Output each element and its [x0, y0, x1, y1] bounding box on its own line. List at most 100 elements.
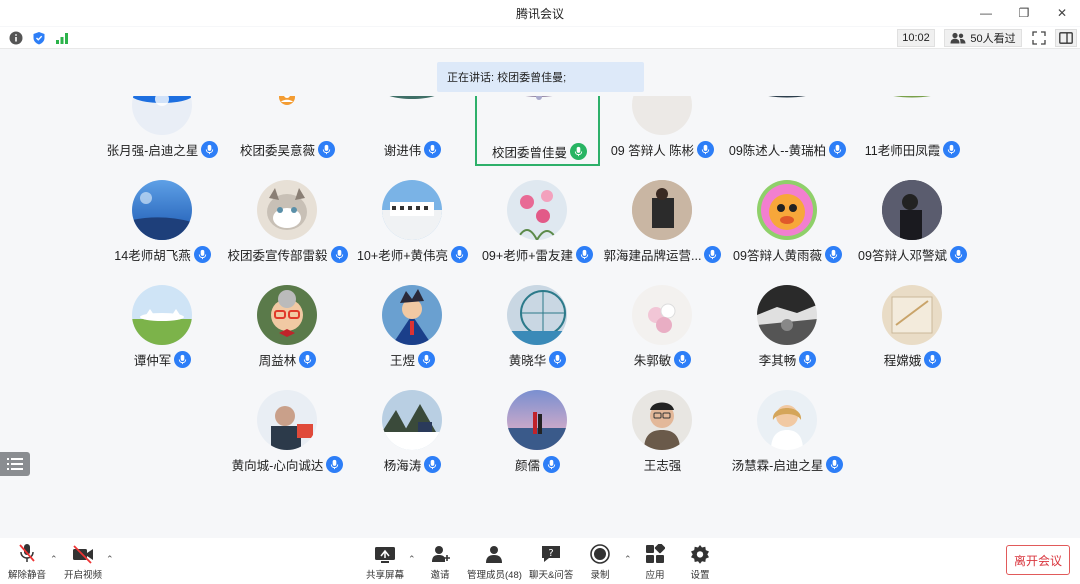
participant-name-row: 黄晓华: [475, 350, 600, 369]
participant-tile[interactable]: 11老师田凤霞: [850, 96, 975, 166]
avatar: [757, 180, 817, 240]
avatar: [882, 96, 942, 135]
share-screen-label: 共享屏幕: [366, 570, 405, 581]
sidebar-toggle-icon[interactable]: [1055, 29, 1077, 47]
add-user-icon: [432, 546, 450, 562]
minimize-icon[interactable]: —: [976, 3, 996, 23]
avatar: [257, 285, 317, 345]
title-bar: 腾讯会议 — ❐ ✕: [0, 0, 1080, 26]
participant-tile[interactable]: 09+老师+雷友建: [475, 166, 600, 271]
viewers-button[interactable]: 50人看过: [944, 29, 1022, 47]
participant-name: 黄晓华: [508, 354, 547, 368]
participant-name-row: 校团委吴意薇: [225, 140, 350, 159]
participant-tile[interactable]: 朱郭敏: [600, 271, 725, 376]
list-toggle-button[interactable]: [0, 452, 30, 476]
participant-name: 09 答辩人 陈彬: [610, 144, 695, 158]
meeting-timer: 10:02: [897, 29, 935, 47]
share-options-icon[interactable]: ⌃: [408, 554, 416, 565]
participant-tile[interactable]: 10+老师+黄伟亮: [350, 166, 475, 271]
participant-tile[interactable]: 14老师胡飞燕: [100, 166, 225, 271]
participant-tile[interactable]: 黄向城-心向诚达: [225, 376, 350, 481]
maximize-icon[interactable]: ❐: [1014, 3, 1034, 23]
mic-icon: [674, 351, 692, 368]
viewers-count: 50人看过: [970, 33, 1016, 45]
apps-button[interactable]: 应用: [645, 544, 665, 581]
avatar: [507, 285, 567, 345]
participant-tile[interactable]: 09陈述人--黄瑞柏: [725, 96, 850, 166]
participant-tile[interactable]: 颜儒: [475, 376, 600, 481]
participant-tile[interactable]: 周益林: [225, 271, 350, 376]
chat-qa-button[interactable]: ? 聊天&问答: [529, 544, 573, 581]
invite-button[interactable]: 邀请: [430, 544, 450, 581]
participant-tile[interactable]: 09 答辩人 陈彬: [600, 96, 725, 166]
record-options-icon[interactable]: ⌃: [624, 554, 632, 565]
invite-label: 邀请: [430, 570, 450, 581]
signal-icon[interactable]: [54, 30, 70, 46]
participant-name-row: 杨海涛: [350, 455, 475, 474]
participant-name-row: 周益林: [225, 350, 350, 369]
participant-name-row: 14老师胡飞燕: [100, 245, 225, 264]
mic-icon: [829, 141, 847, 158]
participant-name: 周益林: [258, 354, 297, 368]
participant-tile[interactable]: 张月强-启迪之星: [100, 96, 225, 166]
mic-icon: [704, 246, 722, 263]
participant-tile[interactable]: 李其畅: [725, 271, 850, 376]
video-options-icon[interactable]: ⌃: [106, 554, 114, 565]
participant-name: 王志强: [643, 459, 682, 473]
participant-tile[interactable]: 程嫦娥: [850, 271, 975, 376]
participant-tile[interactable]: 郭海建品牌运营...: [600, 166, 725, 271]
shield-icon[interactable]: [31, 30, 47, 46]
close-icon[interactable]: ✕: [1052, 3, 1072, 23]
leave-meeting-button[interactable]: 离开会议: [1006, 545, 1070, 575]
mic-icon: [418, 351, 435, 368]
participant-name-row: 谢进伟: [350, 140, 475, 159]
participant-tile[interactable]: 校团委曾佳曼: [475, 96, 600, 166]
avatar: [257, 96, 317, 135]
avatar: [757, 390, 817, 450]
avatar: [632, 285, 692, 345]
participant-name: 校团委吴意薇: [239, 144, 315, 158]
unmute-label: 解除静音: [8, 570, 47, 581]
participant-tile[interactable]: 谭仲军: [100, 271, 225, 376]
video-label: 开启视频: [64, 570, 103, 581]
fullscreen-icon[interactable]: [1029, 29, 1049, 47]
participant-grid: 张月强-启迪之星 校团委吴意薇 谢进伟 校团委曾佳曼 09 答辩人 陈彬 09陈述人--黄…: [100, 96, 980, 486]
participant-tile[interactable]: 谢进伟: [350, 96, 475, 166]
speaking-banner: 正在讲话: 校团委曾佳曼;: [437, 62, 644, 92]
participant-tile[interactable]: 汤慧霖-启迪之星: [725, 376, 850, 481]
participant-name-row: 09陈述人--黄瑞柏: [725, 140, 850, 159]
unmute-button[interactable]: 解除静音: [8, 544, 46, 581]
settings-button[interactable]: 设置: [690, 544, 710, 581]
participant-name-row: 汤慧霖-启迪之星: [725, 455, 850, 474]
participant-name: 张月强-启迪之星: [106, 144, 199, 158]
participant-name-row: 黄向城-心向诚达: [225, 455, 350, 474]
mic-icon: [697, 141, 715, 158]
manage-members-label: 管理成员(48): [467, 570, 522, 581]
mic-icon: [949, 246, 967, 263]
participant-name: 郭海建品牌运营...: [603, 249, 702, 263]
participant-name-row: 校团委宣传部雷毅: [225, 245, 350, 264]
participant-tile[interactable]: 09答辩人邓警斌: [850, 166, 975, 271]
participant-name-row: 09答辩人黄雨薇: [725, 245, 850, 264]
participant-tile[interactable]: 王煜: [350, 271, 475, 376]
participant-tile[interactable]: 校团委宣传部雷毅: [225, 166, 350, 271]
participant-tile[interactable]: 王志强: [600, 376, 725, 481]
manage-members-button[interactable]: 管理成员(48): [467, 544, 522, 581]
participant-tile[interactable]: 校团委吴意薇: [225, 96, 350, 166]
record-button[interactable]: 录制: [590, 544, 610, 581]
record-icon: [590, 544, 610, 564]
video-button[interactable]: 开启视频: [64, 544, 102, 581]
participant-name: 黄向城-心向诚达: [231, 459, 324, 473]
audio-options-icon[interactable]: ⌃: [50, 554, 58, 565]
mic-icon: [299, 351, 317, 368]
participant-name: 09陈述人--黄瑞柏: [728, 144, 827, 158]
participant-tile[interactable]: 杨海涛: [350, 376, 475, 481]
avatar: [382, 96, 442, 135]
info-icon[interactable]: [8, 30, 24, 46]
participant-tile[interactable]: 09答辩人黄雨薇: [725, 166, 850, 271]
avatar: [257, 180, 317, 240]
share-screen-icon: [375, 547, 395, 563]
window-title: 腾讯会议: [515, 6, 564, 21]
share-screen-button[interactable]: 共享屏幕: [366, 544, 404, 581]
participant-tile[interactable]: 黄晓华: [475, 271, 600, 376]
